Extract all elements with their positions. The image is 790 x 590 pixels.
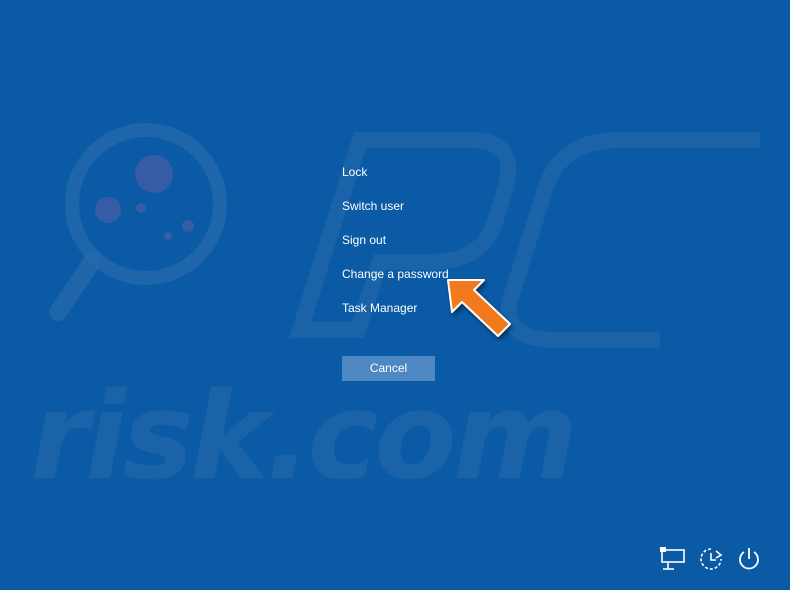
sign-out-option[interactable]: Sign out	[342, 224, 582, 258]
accessibility-icon[interactable]	[698, 546, 724, 572]
arrow-pointer-icon	[447, 279, 511, 337]
switch-user-option[interactable]: Switch user	[342, 190, 582, 224]
system-tray	[660, 546, 762, 572]
network-icon[interactable]	[660, 546, 686, 572]
secure-attention-screen: risk.com Lock Switch user Sign out Chang…	[0, 0, 790, 590]
lock-option[interactable]: Lock	[342, 156, 582, 190]
power-icon[interactable]	[736, 546, 762, 572]
watermark-text: risk.com	[30, 368, 574, 507]
cancel-button[interactable]: Cancel	[342, 356, 435, 381]
